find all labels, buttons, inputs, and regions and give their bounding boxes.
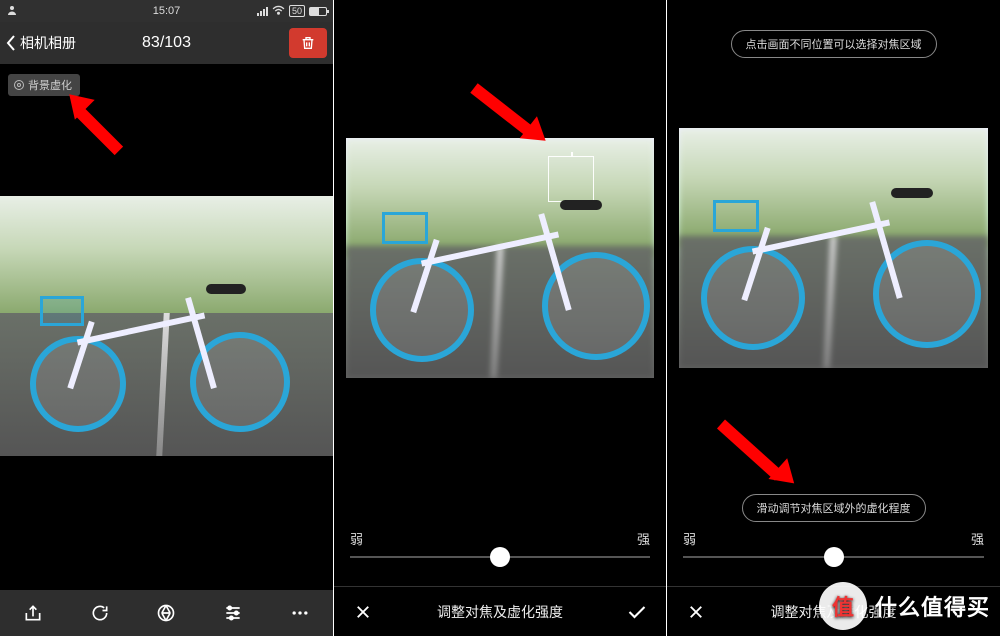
share-button[interactable]: [5, 590, 61, 636]
edit-bottom-bar: 调整对焦及虚化强度: [334, 586, 666, 636]
tip-bottom: 滑动调节对焦区域外的虚化程度: [742, 494, 926, 522]
trash-icon: [300, 34, 316, 52]
blur-slider: 弱 强: [334, 529, 666, 558]
panel-gallery: 15:07 50 相机相册 83/103 背景虚化: [0, 0, 333, 636]
signal-icon: [257, 7, 268, 16]
bottom-toolbar: [0, 590, 333, 636]
net-badge: 50: [289, 5, 305, 17]
bokeh-badge-label: 背景虚化: [28, 77, 72, 93]
watermark-badge: 值: [819, 582, 867, 630]
photo-canvas[interactable]: [346, 138, 654, 378]
watermark-text: 什么值得买: [875, 590, 990, 622]
aperture-icon: [156, 603, 176, 623]
profile-icon: [6, 4, 18, 19]
battery-icon: [309, 7, 327, 16]
panel-edit-tips: 点击画面不同位置可以选择对焦区域 滑动调节对焦区域外的虚化程度 弱 强 调整对焦…: [667, 0, 1000, 636]
slider-track[interactable]: [683, 556, 984, 558]
slider-weak-label: 弱: [350, 529, 363, 548]
tip-top: 点击画面不同位置可以选择对焦区域: [731, 30, 937, 58]
aperture-icon: [14, 80, 24, 90]
back-label: 相机相册: [20, 33, 76, 53]
close-icon: [687, 603, 705, 621]
delete-button[interactable]: [289, 28, 327, 58]
adjust-button[interactable]: [205, 590, 261, 636]
rotate-icon: [90, 603, 110, 623]
rotate-button[interactable]: [72, 590, 128, 636]
status-bar: 15:07 50: [0, 0, 333, 22]
confirm-button[interactable]: [622, 597, 652, 627]
wifi-icon: [272, 5, 285, 18]
back-button[interactable]: 相机相册: [6, 33, 76, 53]
more-button[interactable]: [272, 590, 328, 636]
cancel-button[interactable]: [348, 597, 378, 627]
panel-edit-focus: 弱 强 调整对焦及虚化强度: [333, 0, 667, 636]
aperture-button[interactable]: [138, 590, 194, 636]
slider-track[interactable]: [350, 556, 650, 558]
photo-canvas[interactable]: [679, 128, 988, 368]
edit-mode-label: 调整对焦及虚化强度: [334, 602, 666, 622]
slider-strong-label: 强: [971, 529, 984, 548]
bokeh-badge[interactable]: 背景虚化: [8, 74, 80, 96]
more-icon: [290, 603, 310, 623]
check-icon: [627, 604, 647, 620]
nav-bar: 相机相册 83/103: [0, 22, 333, 64]
cancel-button[interactable]: [681, 597, 711, 627]
photo-preview[interactable]: [0, 196, 333, 456]
share-icon: [23, 603, 43, 623]
annotation-arrow-1: [60, 86, 140, 166]
slider-thumb[interactable]: [490, 547, 510, 567]
slider-weak-label: 弱: [683, 529, 696, 548]
slider-strong-label: 强: [637, 529, 650, 548]
slider-thumb[interactable]: [824, 547, 844, 567]
watermark: 值 什么值得买: [819, 582, 990, 630]
close-icon: [354, 603, 372, 621]
sliders-icon: [223, 603, 243, 623]
blur-slider: 弱 强: [667, 529, 1000, 558]
